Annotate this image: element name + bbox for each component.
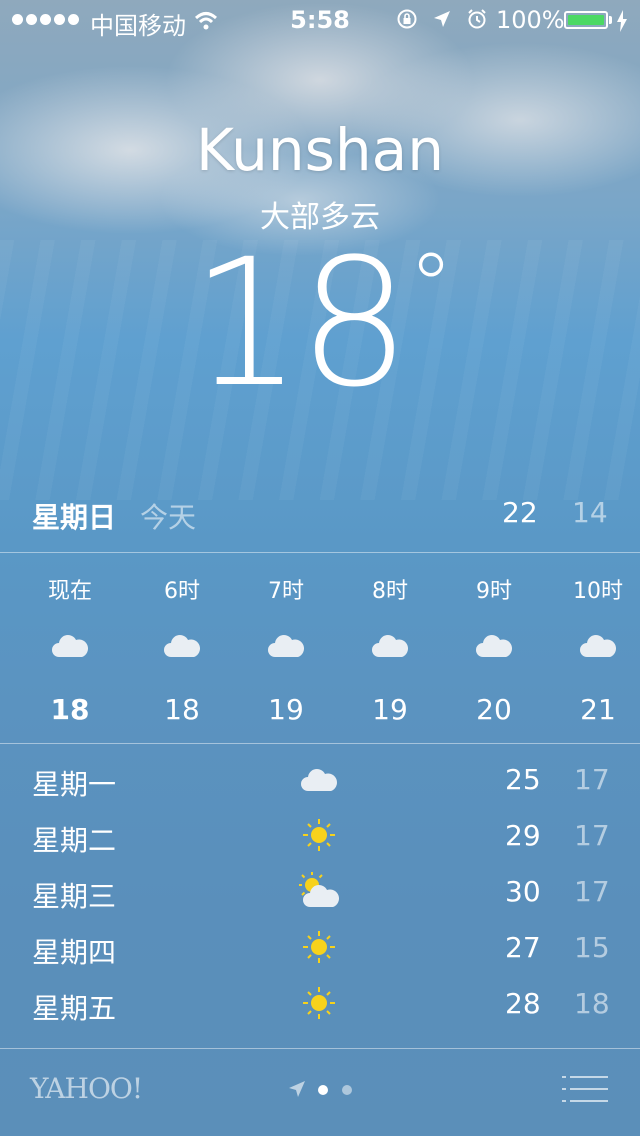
sun-icon [303,931,335,963]
hour-label: 9时 [476,579,512,604]
hourly-item: 7时 19 [234,553,338,743]
daily-forecast: 星期一 25 17 星期二 29 17 星期三 30 17 星期四 27 15 … [0,755,640,1035]
cloud-icon [164,635,201,657]
weekday-label: 星期一 [32,768,117,801]
weekday-label: 星期五 [32,992,117,1025]
today-high: 22 [502,496,538,529]
cloud-icon [580,635,617,657]
status-bar: 中国移动 5:58 100% [0,0,640,40]
daily-low: 18 [574,987,610,1020]
battery-icon [564,11,608,29]
daily-row: 星期二 29 17 [0,811,640,867]
today-summary: 星期日 今天 22 14 [0,496,640,536]
city-name: Kunshan [196,116,444,184]
battery-percentage: 100% [496,6,565,34]
weekday-label: 星期二 [32,824,117,857]
hour-label: 7时 [268,579,304,604]
divider [0,743,640,744]
daily-row: 星期五 28 18 [0,979,640,1035]
yahoo-logo-link[interactable]: YAHOO! [30,1072,143,1105]
hourly-item: 8时 19 [338,553,442,743]
daily-high: 28 [505,987,541,1020]
today-label: 今天 [140,501,197,534]
daily-low: 17 [574,763,610,796]
sun-icon [303,987,335,1019]
hour-temperature: 21 [580,693,616,726]
weekday-label: 星期三 [32,880,117,913]
page-indicator-active[interactable] [318,1085,328,1095]
today-weekday: 星期日 [32,501,117,534]
daily-high: 29 [505,819,541,852]
hour-label: 6时 [164,579,200,604]
daily-high: 25 [505,763,541,796]
hour-temperature: 19 [268,693,304,726]
hourly-item: 6时 18 [130,553,234,743]
cloud-icon [372,635,409,657]
hour-label: 现在 [47,579,92,604]
cloud-icon [476,635,513,657]
partly-cloudy-icon [299,872,340,907]
hour-temperature: 20 [476,693,512,726]
hour-temperature: 19 [372,693,408,726]
cloud-icon [52,635,89,657]
orientation-lock-icon [397,9,417,29]
charging-bolt-icon [617,10,627,32]
location-icon [434,11,450,27]
hour-temperature: 18 [164,693,200,726]
current-temperature: 18° [0,236,640,412]
daily-high: 30 [505,875,541,908]
daily-high: 27 [505,931,541,964]
temperature-value: 18 [190,221,411,426]
today-low: 14 [572,496,608,529]
hour-temperature: 18 [50,693,90,726]
hourly-item: 9时 20 [442,553,546,743]
hourly-item: 现在 18 [10,553,130,743]
daily-low: 15 [574,931,610,964]
hourly-forecast[interactable]: 现在 18 6时 18 7时 19 8时 19 9时 20 10时 21 [0,553,640,743]
weekday-label: 星期四 [32,936,117,969]
sun-icon [303,819,335,851]
daily-row: 星期一 25 17 [0,755,640,811]
divider [0,1048,640,1049]
daily-low: 17 [574,875,610,908]
daily-row: 星期三 30 17 [0,867,640,923]
cloud-icon [268,635,305,657]
location-arrow-icon[interactable] [287,1079,307,1099]
hour-label: 8时 [372,579,408,604]
page-indicator[interactable] [342,1085,352,1095]
daily-low: 17 [574,819,610,852]
degree-symbol: ° [408,234,453,339]
city-list-icon[interactable] [562,1074,610,1104]
cloud-icon [301,769,338,791]
hourly-item: 10时 21 [546,553,640,743]
hour-label: 10时 [573,579,623,604]
daily-row: 星期四 27 15 [0,923,640,979]
alarm-icon [468,9,486,29]
battery-tip [609,16,612,24]
